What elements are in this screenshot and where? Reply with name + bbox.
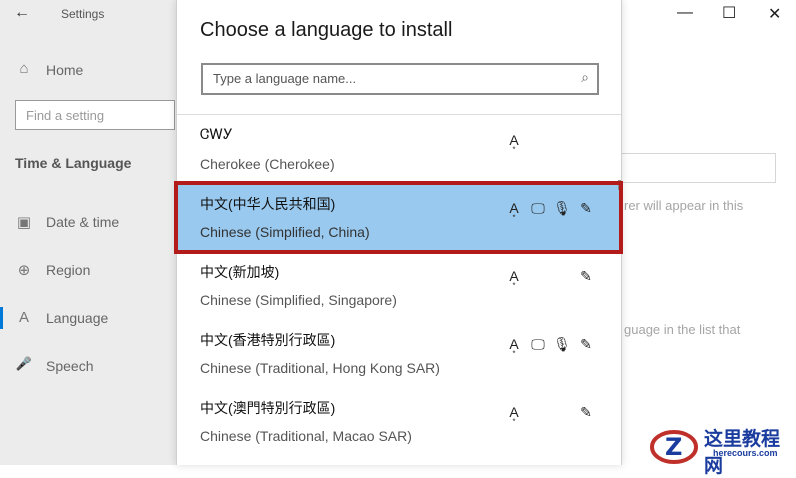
nav-date-time[interactable]: Date & time bbox=[46, 214, 119, 230]
language-english-name: Chinese (Traditional, Hong Kong SAR) bbox=[200, 360, 440, 376]
background-text-1: rer will appear in this bbox=[624, 198, 744, 213]
window-title: Settings bbox=[61, 7, 105, 21]
language-native-name: 中文(澳門特別行政區) bbox=[200, 400, 336, 416]
nav-home[interactable]: Home bbox=[46, 62, 83, 78]
close-button[interactable]: ✕ bbox=[768, 4, 781, 24]
background-dropdown[interactable] bbox=[622, 153, 776, 183]
nav-language[interactable]: Language bbox=[46, 310, 108, 326]
language-native-name: ᏣᎳᎩ bbox=[200, 126, 233, 142]
search-icon[interactable]: ⌕ bbox=[581, 69, 589, 86]
language-search-input[interactable]: Type a language name... ⌕ bbox=[201, 63, 599, 95]
speech-recognition-icon: 🎙 bbox=[553, 336, 571, 352]
background-text-2: guage in the list that bbox=[624, 322, 741, 337]
handwriting-icon: ✎ bbox=[580, 404, 592, 420]
section-title: Time & Language bbox=[15, 155, 132, 171]
display-language-icon: A͙ bbox=[509, 404, 519, 420]
display-language-icon: A͙ bbox=[509, 336, 519, 352]
active-nav-marker bbox=[0, 307, 3, 329]
handwriting-icon: ✎ bbox=[580, 336, 592, 352]
nav-speech[interactable]: Speech bbox=[46, 358, 93, 374]
language-search-placeholder: Type a language name... bbox=[213, 71, 357, 86]
dialog-title: Choose a language to install bbox=[200, 19, 453, 41]
minimize-button[interactable]: — bbox=[677, 4, 693, 22]
text-to-speech-icon: 🖵 bbox=[531, 336, 545, 352]
microphone-icon: 🎤 bbox=[15, 356, 33, 371]
nav-region[interactable]: Region bbox=[46, 262, 90, 278]
find-setting-input[interactable]: Find a setting bbox=[15, 100, 175, 130]
date-time-icon: ▣ bbox=[16, 214, 32, 231]
selection-highlight-frame bbox=[174, 181, 623, 254]
language-native-name: 中文(香港特別行政區) bbox=[200, 332, 336, 348]
display-language-icon: A͙ bbox=[509, 268, 519, 284]
watermark-z-letter: Z bbox=[665, 433, 682, 461]
home-icon: ⌂ bbox=[19, 60, 29, 77]
list-divider bbox=[177, 114, 621, 115]
language-list-item[interactable]: 中文(澳門特別行政區) Chinese (Traditional, Macao S… bbox=[177, 388, 621, 456]
language-icon: A bbox=[18, 309, 29, 326]
globe-icon: ⊕ bbox=[17, 262, 31, 279]
handwriting-icon: ✎ bbox=[580, 268, 592, 284]
display-language-icon: A͙ bbox=[509, 132, 519, 148]
language-english-name: Cherokee (Cherokee) bbox=[200, 156, 335, 172]
find-setting-placeholder: Find a setting bbox=[26, 108, 105, 123]
language-native-name: 中文(新加坡) bbox=[200, 264, 280, 280]
language-list-item[interactable]: 中文(新加坡) Chinese (Simplified, Singapore) A͙… bbox=[177, 252, 621, 320]
watermark-url: herecours.com bbox=[713, 448, 778, 458]
language-english-name: Chinese (Traditional, Macao SAR) bbox=[200, 428, 412, 444]
language-list-item[interactable]: ᏣᎳᎩ Cherokee (Cherokee) A͙ bbox=[177, 116, 621, 184]
back-arrow-icon[interactable]: ← bbox=[14, 4, 30, 22]
maximize-button[interactable]: ☐ bbox=[722, 3, 736, 23]
language-list-item[interactable]: 中文(香港特別行政區) Chinese (Traditional, Hong Ko… bbox=[177, 320, 621, 388]
language-english-name: Chinese (Simplified, Singapore) bbox=[200, 292, 397, 308]
